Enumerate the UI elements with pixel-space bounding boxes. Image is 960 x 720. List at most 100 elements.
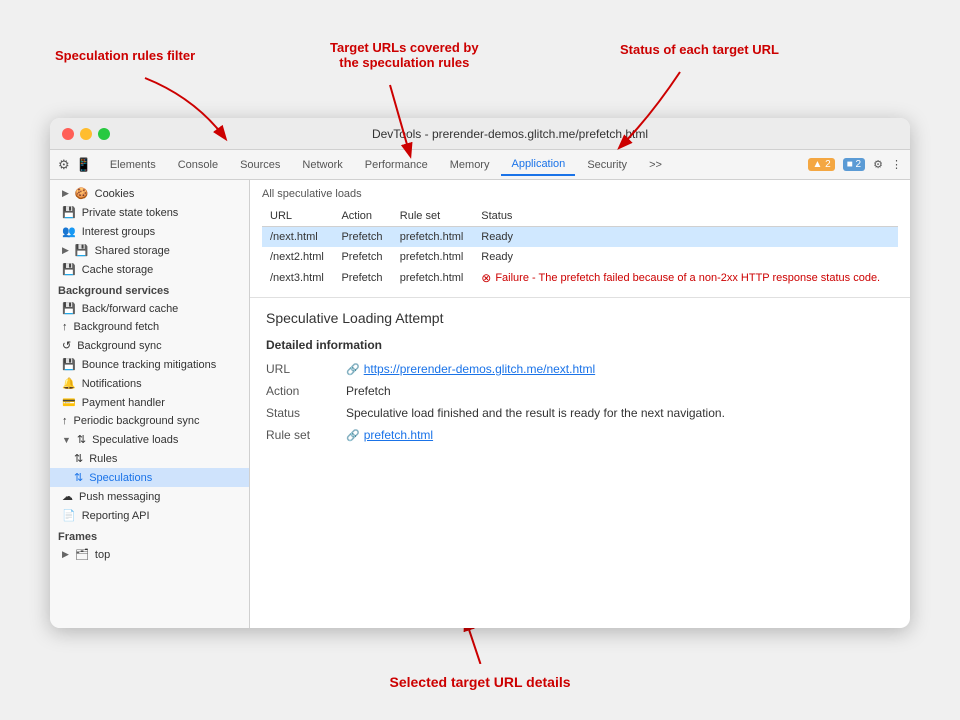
frame-icon: 🗂: [75, 548, 89, 561]
all-loads-label: All speculative loads: [262, 188, 898, 200]
sidebar-item-back-forward-cache[interactable]: 💾 Back/forward cache: [50, 299, 249, 318]
more-icon[interactable]: ⋮: [891, 158, 902, 171]
sidebar-item-cookies[interactable]: ▶ 🍪 Cookies: [50, 184, 249, 203]
storage-icon: 💾: [62, 206, 76, 219]
col-action: Action: [333, 206, 391, 227]
cell-action: Prefetch: [333, 267, 391, 289]
sidebar-label: Speculative loads: [92, 434, 178, 446]
sidebar-item-reporting-api[interactable]: 📄 Reporting API: [50, 506, 249, 525]
section-frames: Frames: [50, 525, 249, 545]
speculations-table: URL Action Rule set Status /next.htmlPre…: [262, 206, 898, 289]
sidebar-label: Periodic background sync: [74, 415, 200, 427]
tab-console[interactable]: Console: [168, 155, 228, 175]
sidebar-item-bounce-tracking[interactable]: 💾 Bounce tracking mitigations: [50, 355, 249, 374]
sidebar-label: Push messaging: [79, 491, 160, 503]
sidebar-label: top: [95, 549, 110, 561]
sidebar: ▶ 🍪 Cookies 💾 Private state tokens 👥 Int…: [50, 180, 250, 628]
sidebar-label: Private state tokens: [82, 207, 179, 219]
window-title: DevTools - prerender-demos.glitch.me/pre…: [122, 127, 898, 141]
sidebar-item-shared-storage[interactable]: ▶ 💾 Shared storage: [50, 241, 249, 260]
detail-field-label: Rule set: [266, 428, 346, 442]
table-row[interactable]: /next3.htmlPrefetchprefetch.html⊗ Failur…: [262, 267, 898, 289]
detail-link[interactable]: https://prerender-demos.glitch.me/next.h…: [364, 362, 595, 376]
detail-field-label: Action: [266, 384, 346, 398]
sidebar-item-background-sync[interactable]: ↺ Background sync: [50, 336, 249, 355]
annotation-target-urls: Target URLs covered bythe speculation ru…: [330, 40, 479, 70]
cell-status: Ready: [473, 227, 898, 248]
report-icon: 📄: [62, 509, 76, 522]
sidebar-item-interest-groups[interactable]: 👥 Interest groups: [50, 222, 249, 241]
sidebar-item-speculative-loads[interactable]: ▼ ⇅ Speculative loads: [50, 430, 249, 449]
sidebar-item-payment-handler[interactable]: 💳 Payment handler: [50, 393, 249, 412]
detail-row: URL🔗https://prerender-demos.glitch.me/ne…: [266, 362, 894, 376]
sidebar-label: Payment handler: [82, 397, 165, 409]
cell-action: Prefetch: [333, 247, 391, 267]
detail-link[interactable]: prefetch.html: [364, 428, 433, 442]
link-icon: 🔗: [346, 430, 360, 442]
detail-title: Speculative Loading Attempt: [266, 310, 894, 326]
cell-ruleset: prefetch.html: [392, 247, 473, 267]
title-bar: DevTools - prerender-demos.glitch.me/pre…: [50, 118, 910, 150]
tab-security[interactable]: Security: [577, 155, 637, 175]
detail-field-value[interactable]: 🔗https://prerender-demos.glitch.me/next.…: [346, 362, 894, 376]
tab-performance[interactable]: Performance: [355, 155, 438, 175]
table-row[interactable]: /next.htmlPrefetchprefetch.htmlReady: [262, 227, 898, 248]
tab-bar: ⚙ 📱 Elements Console Sources Network Per…: [50, 150, 910, 180]
sidebar-item-top-frame[interactable]: ▶ 🗂 top: [50, 545, 249, 564]
sidebar-item-cache-storage[interactable]: 💾 Cache storage: [50, 260, 249, 279]
sidebar-item-rules[interactable]: ⇅ Rules: [50, 449, 249, 468]
table-row[interactable]: /next2.htmlPrefetchprefetch.htmlReady: [262, 247, 898, 267]
sidebar-label: Back/forward cache: [82, 303, 179, 315]
cache-icon: 💾: [62, 302, 76, 315]
fetch-icon: ↑: [62, 321, 68, 333]
minimize-button[interactable]: [80, 128, 92, 140]
detail-section: Detailed information: [266, 338, 894, 352]
sidebar-label: Speculations: [89, 472, 152, 484]
sidebar-item-push-messaging[interactable]: ☁ Push messaging: [50, 487, 249, 506]
detail-field-value: Prefetch: [346, 384, 894, 398]
cache-icon: 💾: [62, 263, 76, 276]
detail-row: ActionPrefetch: [266, 384, 894, 398]
speculative-icon: ⇅: [77, 433, 86, 446]
tab-application[interactable]: Application: [501, 154, 575, 176]
section-background-services: Background services: [50, 279, 249, 299]
tab-sources[interactable]: Sources: [230, 155, 290, 175]
table-area: All speculative loads URL Action Rule se…: [250, 180, 910, 298]
sidebar-item-speculations[interactable]: ⇅ Speculations: [50, 468, 249, 487]
tab-more[interactable]: >>: [639, 155, 672, 175]
detail-field-value: Speculative load finished and the result…: [346, 406, 894, 420]
sidebar-label: Cookies: [95, 188, 135, 200]
browser-window: DevTools - prerender-demos.glitch.me/pre…: [50, 118, 910, 628]
maximize-button[interactable]: [98, 128, 110, 140]
close-button[interactable]: [62, 128, 74, 140]
sidebar-label: Rules: [89, 453, 117, 465]
cell-status: Ready: [473, 247, 898, 267]
payment-icon: 💳: [62, 396, 76, 409]
detail-field-value[interactable]: 🔗 prefetch.html: [346, 428, 894, 442]
sidebar-label: Background fetch: [74, 321, 160, 333]
annotation-bottom: Selected target URL details: [389, 674, 570, 690]
sidebar-item-private-state[interactable]: 💾 Private state tokens: [50, 203, 249, 222]
expand-icon: ▶: [62, 549, 69, 560]
sidebar-item-notifications[interactable]: 🔔 Notifications: [50, 374, 249, 393]
cell-ruleset: prefetch.html: [392, 267, 473, 289]
cookie-icon: 🍪: [75, 187, 89, 200]
devtools-icon: ⚙: [58, 157, 70, 173]
sidebar-item-background-fetch[interactable]: ↑ Background fetch: [50, 318, 249, 336]
cell-url: /next3.html: [262, 267, 333, 289]
annotation-text: Speculation rules filter: [55, 48, 195, 63]
tab-network[interactable]: Network: [292, 155, 352, 175]
sidebar-item-periodic-bg-sync[interactable]: ↑ Periodic background sync: [50, 412, 249, 430]
sidebar-label: Interest groups: [82, 226, 155, 238]
expand-icon: ▶: [62, 245, 69, 256]
sidebar-label: Notifications: [82, 378, 142, 390]
tab-memory[interactable]: Memory: [440, 155, 500, 175]
devtools-icon2: 📱: [76, 157, 92, 173]
cell-ruleset: prefetch.html: [392, 227, 473, 248]
traffic-lights: [62, 128, 110, 140]
tab-elements[interactable]: Elements: [100, 155, 166, 175]
right-panel: All speculative loads URL Action Rule se…: [250, 180, 910, 628]
settings-icon[interactable]: ⚙: [873, 158, 883, 171]
notification-icon: 🔔: [62, 377, 76, 390]
detail-row: Rule set🔗 prefetch.html: [266, 428, 894, 442]
